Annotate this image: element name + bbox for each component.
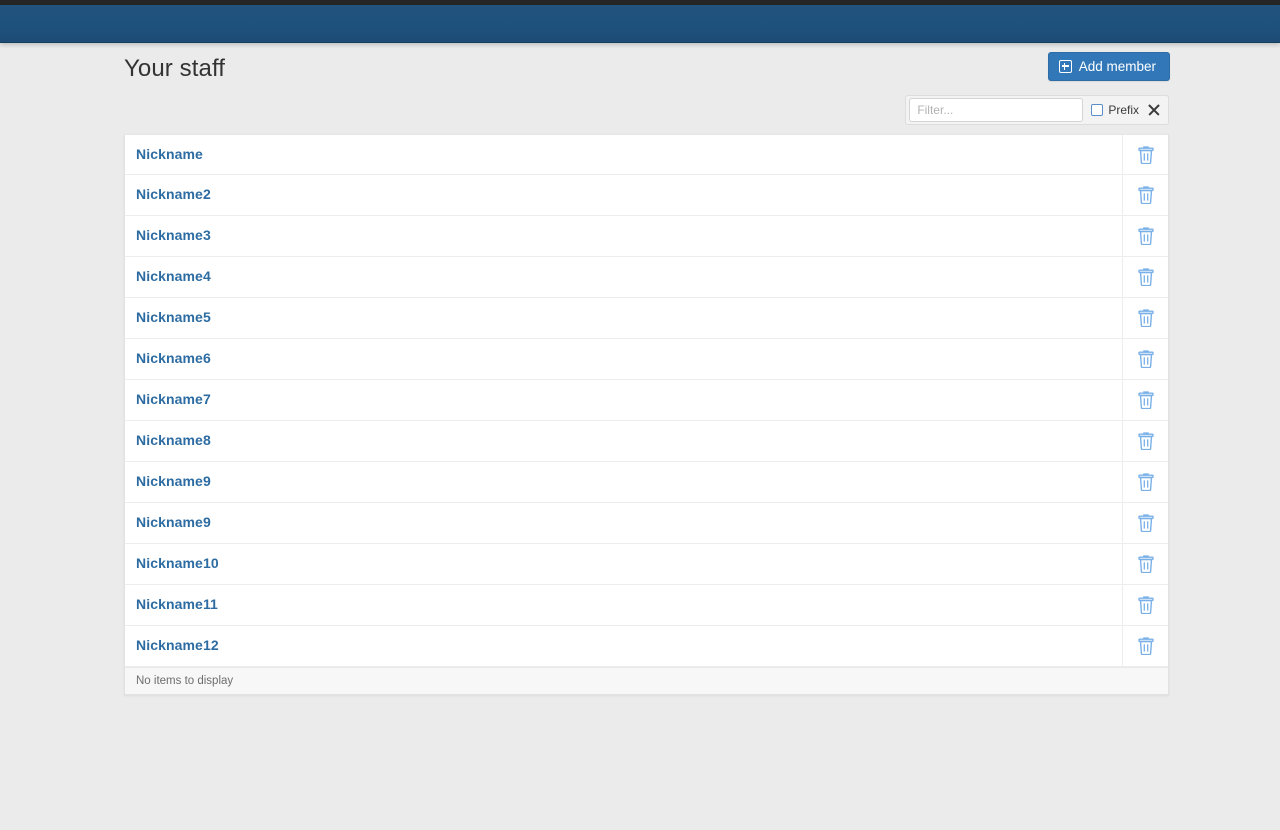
delete-staff-button[interactable] — [1122, 298, 1168, 338]
delete-staff-button[interactable] — [1122, 135, 1168, 174]
staff-name-link[interactable]: Nickname9 — [136, 473, 211, 489]
staff-name-cell: Nickname9 — [125, 514, 1122, 532]
table-row: Nickname9 — [125, 462, 1168, 503]
staff-name-link[interactable]: Nickname7 — [136, 391, 211, 407]
plus-square-icon — [1058, 60, 1072, 73]
delete-staff-button[interactable] — [1122, 421, 1168, 461]
trash-icon — [1137, 186, 1154, 204]
staff-name-link[interactable]: Nickname3 — [136, 227, 211, 243]
delete-staff-button[interactable] — [1122, 544, 1168, 584]
add-member-label: Add member — [1078, 59, 1156, 74]
staff-name-link[interactable]: Nickname8 — [136, 432, 211, 448]
trash-icon — [1137, 514, 1154, 532]
prefix-label: Prefix — [1108, 103, 1139, 117]
table-row: Nickname11 — [125, 585, 1168, 626]
staff-name-link[interactable]: Nickname5 — [136, 309, 211, 325]
delete-staff-button[interactable] — [1122, 462, 1168, 502]
staff-name-link[interactable]: Nickname — [136, 146, 203, 162]
page-title: Your staff — [124, 55, 226, 82]
table-row: Nickname6 — [125, 339, 1168, 380]
delete-staff-button[interactable] — [1122, 380, 1168, 420]
delete-staff-button[interactable] — [1122, 216, 1168, 256]
filter-input[interactable] — [909, 98, 1084, 122]
table-row: Nickname3 — [125, 216, 1168, 257]
table-row: Nickname2 — [125, 175, 1168, 216]
staff-list-card: Nickname Nickname2 Nickname3 Nickname4 Nickn… — [124, 134, 1169, 695]
staff-list: Nickname Nickname2 Nickname3 Nickname4 Nickn… — [125, 134, 1168, 667]
staff-name-link[interactable]: Nickname11 — [136, 596, 218, 612]
trash-icon — [1137, 473, 1154, 491]
top-navbar — [0, 5, 1280, 43]
staff-name-cell: Nickname3 — [125, 227, 1122, 245]
delete-staff-button[interactable] — [1122, 339, 1168, 379]
staff-name-link[interactable]: Nickname2 — [136, 186, 211, 202]
table-row: Nickname10 — [125, 544, 1168, 585]
table-row: Nickname8 — [125, 421, 1168, 462]
table-row: Nickname9 — [125, 503, 1168, 544]
staff-name-link[interactable]: Nickname9 — [136, 514, 211, 530]
trash-icon — [1137, 391, 1154, 409]
empty-state-footer: No items to display — [125, 667, 1168, 694]
delete-staff-button[interactable] — [1122, 626, 1168, 666]
filter-bar: Prefix — [124, 95, 1169, 125]
table-row: Nickname5 — [125, 298, 1168, 339]
trash-icon — [1137, 309, 1154, 327]
table-row: Nickname — [125, 134, 1168, 175]
prefix-checkbox[interactable] — [1091, 104, 1104, 116]
staff-name-link[interactable]: Nickname10 — [136, 555, 219, 571]
staff-name-cell: Nickname9 — [125, 473, 1122, 491]
staff-name-cell: Nickname7 — [125, 391, 1122, 409]
close-icon[interactable] — [1146, 102, 1162, 118]
trash-icon — [1137, 145, 1154, 164]
trash-icon — [1137, 596, 1154, 614]
trash-icon — [1137, 268, 1154, 286]
trash-icon — [1137, 227, 1154, 245]
trash-icon — [1137, 637, 1154, 655]
staff-name-link[interactable]: Nickname6 — [136, 350, 211, 366]
staff-name-cell: Nickname6 — [125, 350, 1122, 368]
staff-name-cell: Nickname11 — [125, 596, 1122, 614]
staff-name-cell: Nickname4 — [125, 268, 1122, 286]
staff-name-cell: Nickname2 — [125, 186, 1122, 204]
delete-staff-button[interactable] — [1122, 585, 1168, 625]
staff-name-cell: Nickname8 — [125, 432, 1122, 450]
staff-name-cell: Nickname12 — [125, 637, 1122, 655]
table-row: Nickname4 — [125, 257, 1168, 298]
table-row: Nickname7 — [125, 380, 1168, 421]
page-header: Your staff Add member — [0, 43, 1280, 95]
staff-name-cell: Nickname — [125, 146, 1122, 164]
delete-staff-button[interactable] — [1122, 175, 1168, 215]
page-body: Your staff Add member Prefix NicknameNic… — [0, 43, 1280, 695]
add-member-button[interactable]: Add member — [1047, 52, 1170, 81]
empty-state-message: No items to display — [136, 675, 234, 687]
staff-name-cell: Nickname5 — [125, 309, 1122, 327]
trash-icon — [1137, 350, 1154, 368]
trash-icon — [1137, 432, 1154, 450]
table-row: Nickname12 — [125, 626, 1168, 667]
delete-staff-button[interactable] — [1122, 503, 1168, 543]
delete-staff-button[interactable] — [1122, 257, 1168, 297]
staff-name-cell: Nickname10 — [125, 555, 1122, 573]
staff-name-link[interactable]: Nickname12 — [136, 637, 219, 653]
prefix-toggle[interactable]: Prefix — [1091, 103, 1139, 117]
filter-group: Prefix — [905, 95, 1169, 125]
staff-name-link[interactable]: Nickname4 — [136, 268, 211, 284]
trash-icon — [1137, 555, 1154, 573]
